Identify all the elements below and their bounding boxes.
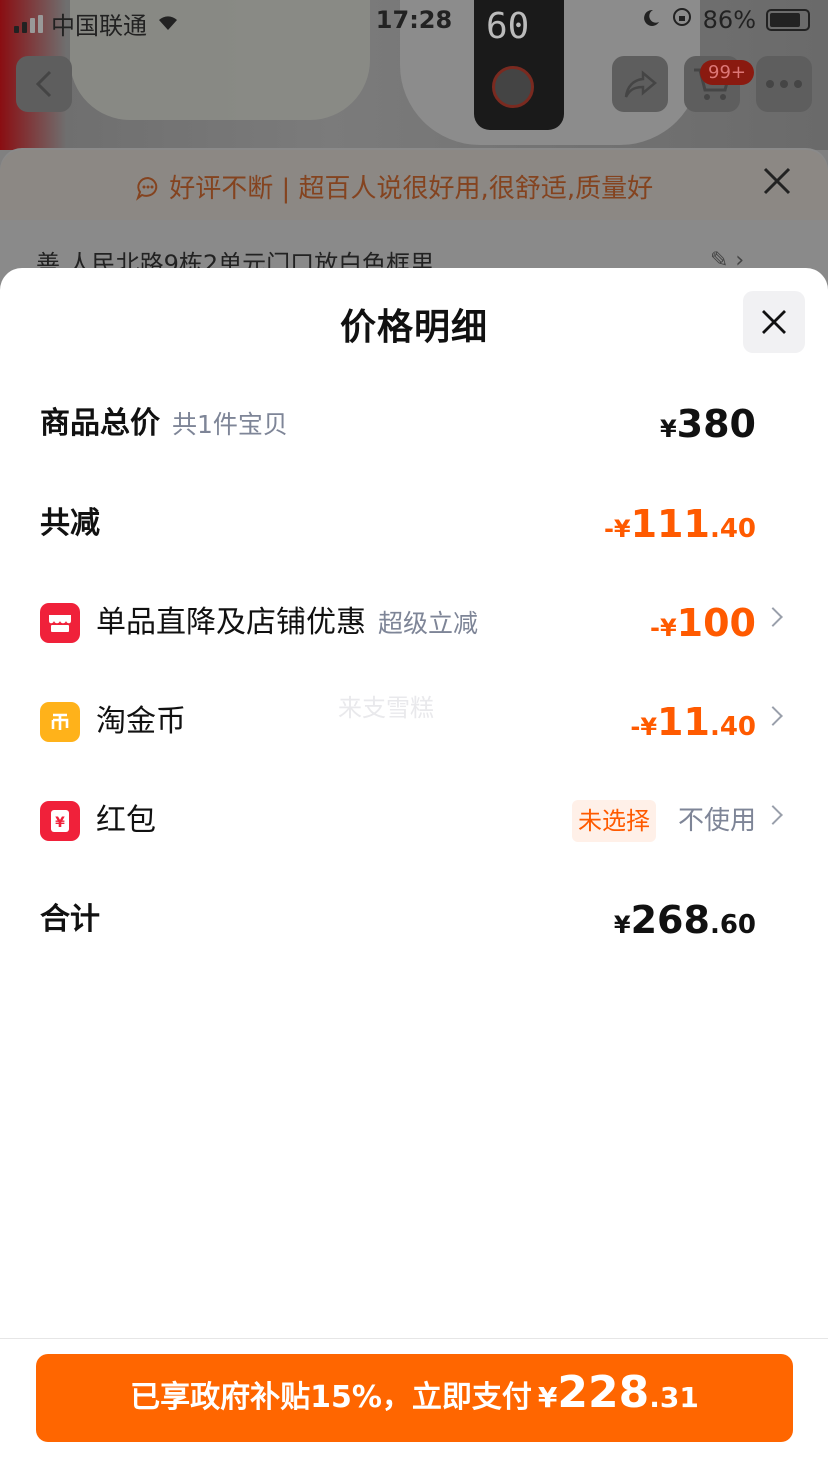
chevron-right-icon (763, 607, 783, 627)
unselected-badge: 未选择 (572, 800, 656, 842)
amount-integer: 111 (630, 502, 710, 546)
chevron-right-icon (763, 805, 783, 825)
minus-sign: - (650, 614, 660, 642)
red-packet-row[interactable]: ¥ 红包 未选择 不使用 (0, 791, 828, 851)
currency-symbol: ¥ (537, 1381, 558, 1414)
close-icon (763, 167, 791, 195)
currency-symbol: ¥ (659, 614, 677, 642)
subtotal-row: 合计 ¥268.60 (0, 890, 828, 950)
coin-icon (40, 702, 80, 742)
red-packet-value: 不使用 (677, 806, 756, 836)
banner-close-button[interactable] (762, 164, 792, 205)
cart-badge: 99+ (700, 60, 754, 85)
svg-text:¥: ¥ (55, 815, 65, 831)
subtotal-label: 合计 (40, 902, 100, 937)
goods-count: 共1件宝贝 (172, 410, 288, 439)
modal-title: 价格明细 (339, 307, 488, 348)
currency-symbol: ¥ (659, 415, 677, 443)
more-button[interactable] (756, 56, 812, 112)
subtotal-amount: ¥268.60 (614, 890, 756, 950)
battery-icon (766, 9, 810, 31)
pay-button-text: 已享政府补贴15%，立即支付 (130, 1380, 532, 1415)
currency-symbol: ¥ (640, 713, 658, 741)
goods-total-amount: ¥380 (660, 394, 756, 454)
watermark-text: 来支雪糕 (338, 694, 434, 722)
rotation-lock-icon (671, 6, 693, 34)
taojinbi-amount: - ¥11.40 (630, 692, 756, 752)
amount-decimal: .40 (709, 712, 756, 742)
share-button[interactable] (612, 56, 668, 112)
more-icon (766, 80, 802, 88)
minus-sign: - (630, 713, 641, 741)
back-button[interactable] (16, 56, 72, 112)
battery-percent: 86% (702, 6, 756, 34)
red-packet-icon: ¥ (40, 801, 80, 841)
store-discount-row[interactable]: 单品直降及店铺优惠 超级立减 - ¥100 (0, 593, 828, 653)
amount-decimal: .60 (709, 910, 756, 940)
total-discount-label: 共减 (40, 506, 100, 541)
pay-amount-decimal: .31 (649, 1381, 699, 1414)
store-discount-sub: 超级立减 (378, 609, 479, 638)
minus-sign: - (603, 515, 614, 543)
goods-total-label: 商品总价 (40, 406, 160, 441)
share-icon (624, 70, 657, 98)
store-discount-amount: - ¥100 (650, 593, 756, 653)
total-discount-amount: - ¥111.40 (604, 494, 756, 554)
amount-integer: 100 (676, 601, 756, 645)
review-banner: 好评不断 | 超百人说很好用,很舒适,质量好 (0, 150, 828, 220)
total-discount-row: 共减 - ¥111.40 (0, 494, 828, 554)
red-packet-label: 红包 (96, 803, 156, 838)
amount-decimal: .40 (709, 514, 756, 544)
store-discount-label: 单品直降及店铺优惠 (96, 605, 366, 640)
amount-integer: 380 (676, 402, 756, 446)
modal-close-button[interactable] (743, 291, 805, 353)
price-detail-modal: 价格明细 商品总价 共1件宝贝 ¥380 共减 - ¥111.40 单品直降及店铺优… (0, 268, 828, 1472)
status-bar: 中国联通 17:28 86% (0, 0, 828, 44)
amount-integer: 11 (657, 700, 710, 744)
moon-icon (641, 6, 661, 34)
divider (0, 1338, 828, 1339)
amount-integer: 268 (630, 898, 710, 942)
pay-amount-integer: 228 (557, 1367, 650, 1418)
chat-bubble-icon (136, 176, 158, 201)
goods-total-row: 商品总价 共1件宝贝 ¥380 (0, 394, 828, 454)
pay-now-button[interactable]: 已享政府补贴15%，立即支付 ¥228.31 (36, 1354, 793, 1442)
store-discount-icon (40, 603, 80, 643)
currency-symbol: ¥ (613, 911, 631, 939)
back-icon (35, 70, 52, 98)
close-icon (762, 310, 786, 334)
taojinbi-label: 淘金币 (96, 704, 186, 739)
chevron-right-icon (763, 706, 783, 726)
currency-symbol: ¥ (613, 515, 631, 543)
banner-text: 好评不断 | 超百人说很好用,很舒适,质量好 (169, 174, 654, 204)
